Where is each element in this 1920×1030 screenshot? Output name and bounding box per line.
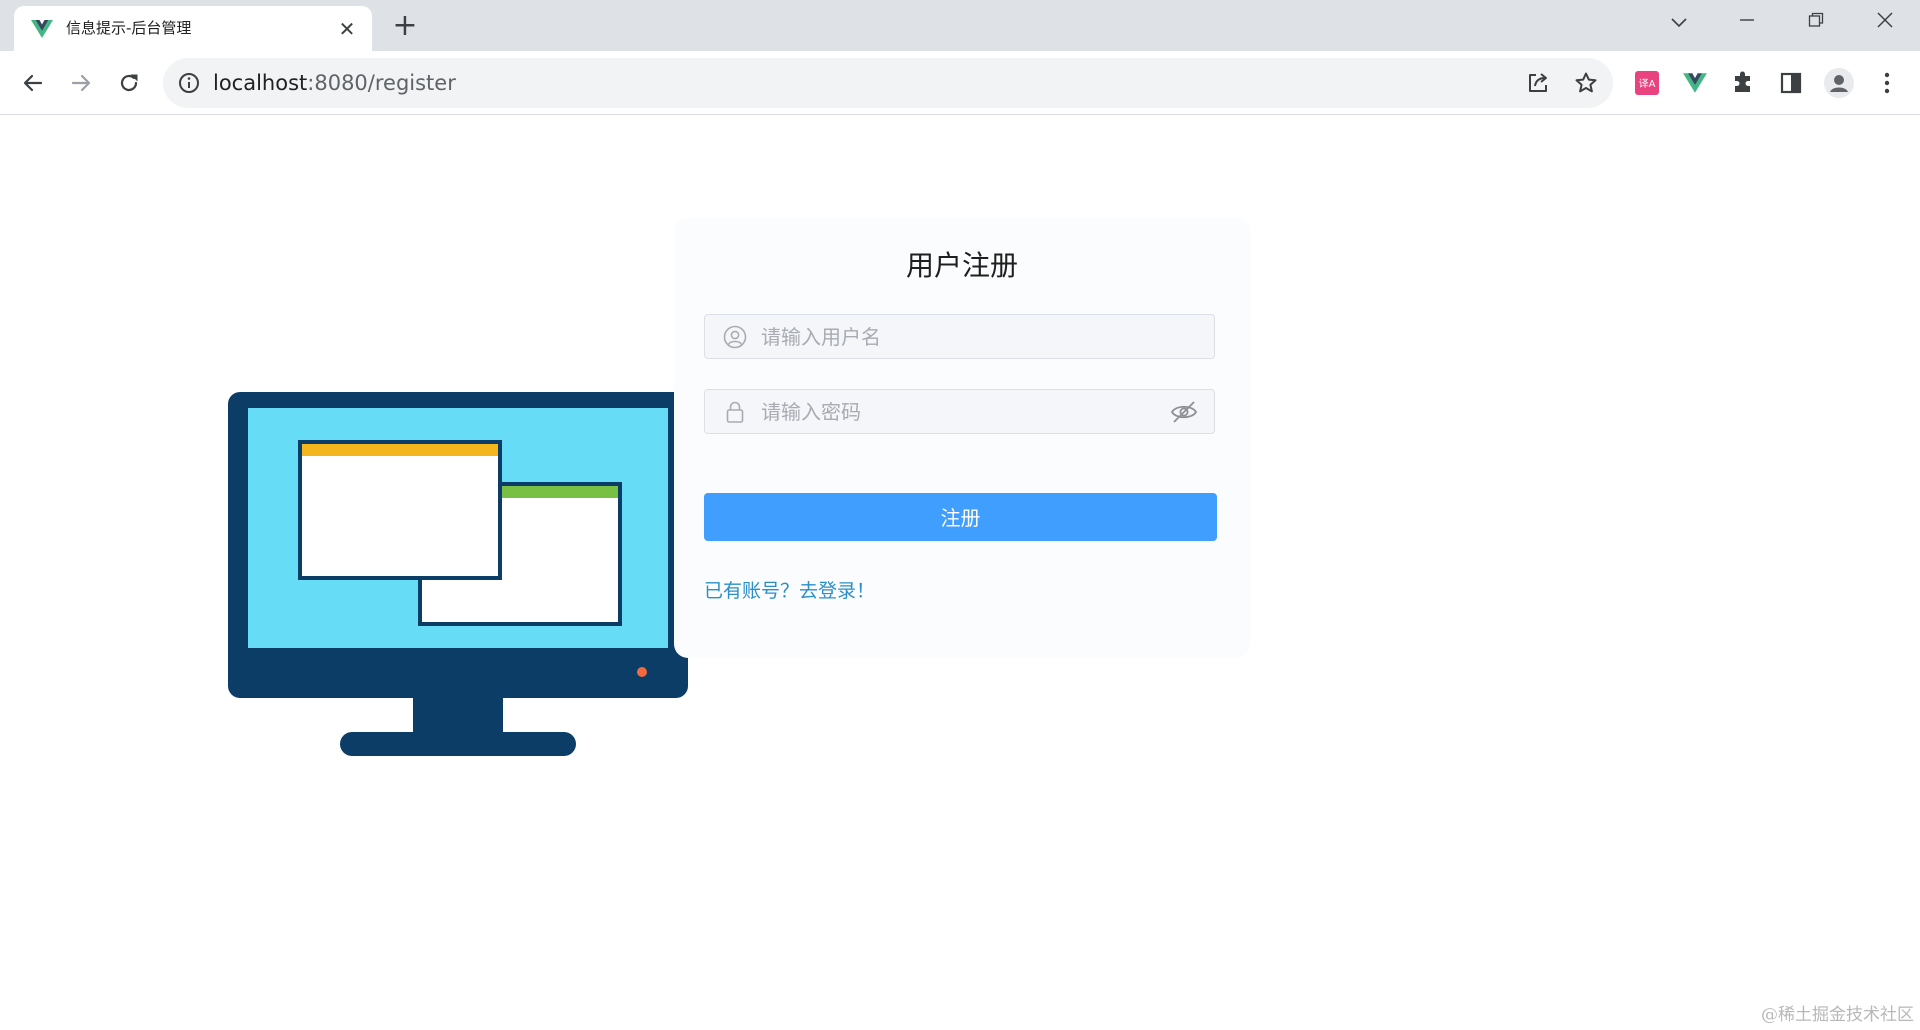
register-button[interactable]: 注册 bbox=[704, 493, 1217, 541]
tab-strip: 信息提示-后台管理 ✕ + bbox=[0, 0, 1920, 51]
bookmark-star-icon[interactable] bbox=[1573, 70, 1599, 96]
share-icon[interactable] bbox=[1525, 70, 1551, 96]
back-icon[interactable] bbox=[16, 66, 50, 100]
url-host: localhost bbox=[213, 71, 308, 95]
password-field[interactable] bbox=[704, 389, 1215, 434]
menu-kebab-icon[interactable] bbox=[1870, 66, 1904, 100]
restore-icon[interactable] bbox=[1799, 8, 1833, 38]
eye-off-icon[interactable] bbox=[1170, 399, 1198, 425]
page-title: 用户注册 bbox=[905, 249, 1018, 282]
url-text[interactable]: localhost:8080/register bbox=[213, 58, 456, 108]
browser-toolbar: localhost:8080/register 译A bbox=[0, 51, 1920, 115]
close-window-icon[interactable] bbox=[1868, 8, 1902, 38]
tab-close-icon[interactable]: ✕ bbox=[336, 18, 358, 40]
browser-tab[interactable]: 信息提示-后台管理 ✕ bbox=[14, 6, 372, 51]
translate-extension-icon[interactable]: 译A bbox=[1630, 66, 1664, 100]
forward-icon[interactable] bbox=[64, 66, 98, 100]
new-tab-button[interactable]: + bbox=[390, 11, 420, 42]
reload-icon[interactable] bbox=[112, 66, 146, 100]
vue-logo-icon bbox=[31, 20, 53, 38]
vue-devtools-icon[interactable] bbox=[1678, 66, 1712, 100]
svg-text:译A: 译A bbox=[1639, 78, 1656, 90]
login-link[interactable]: 已有账号？去登录！ bbox=[704, 576, 875, 603]
minimize-icon[interactable] bbox=[1730, 8, 1764, 38]
lock-icon bbox=[726, 401, 744, 423]
profile-avatar-icon[interactable] bbox=[1822, 66, 1856, 100]
tab-search-chevron-icon[interactable] bbox=[1662, 8, 1696, 38]
password-input[interactable] bbox=[761, 390, 1141, 433]
username-input[interactable] bbox=[761, 315, 1141, 358]
side-panel-icon[interactable] bbox=[1774, 66, 1808, 100]
monitor-illustration bbox=[228, 392, 688, 756]
register-card: 用户注册 注册 已有账号？去登录！ bbox=[674, 218, 1250, 658]
address-bar[interactable]: localhost:8080/register bbox=[163, 58, 1613, 108]
watermark: @稀土掘金技术社区 bbox=[1761, 1005, 1914, 1025]
tab-title: 信息提示-后台管理 bbox=[66, 19, 192, 37]
username-field[interactable] bbox=[704, 314, 1215, 359]
user-icon bbox=[723, 325, 747, 349]
url-path: :8080/register bbox=[307, 71, 456, 95]
extensions-puzzle-icon[interactable] bbox=[1726, 66, 1760, 100]
site-info-icon[interactable] bbox=[177, 71, 201, 95]
